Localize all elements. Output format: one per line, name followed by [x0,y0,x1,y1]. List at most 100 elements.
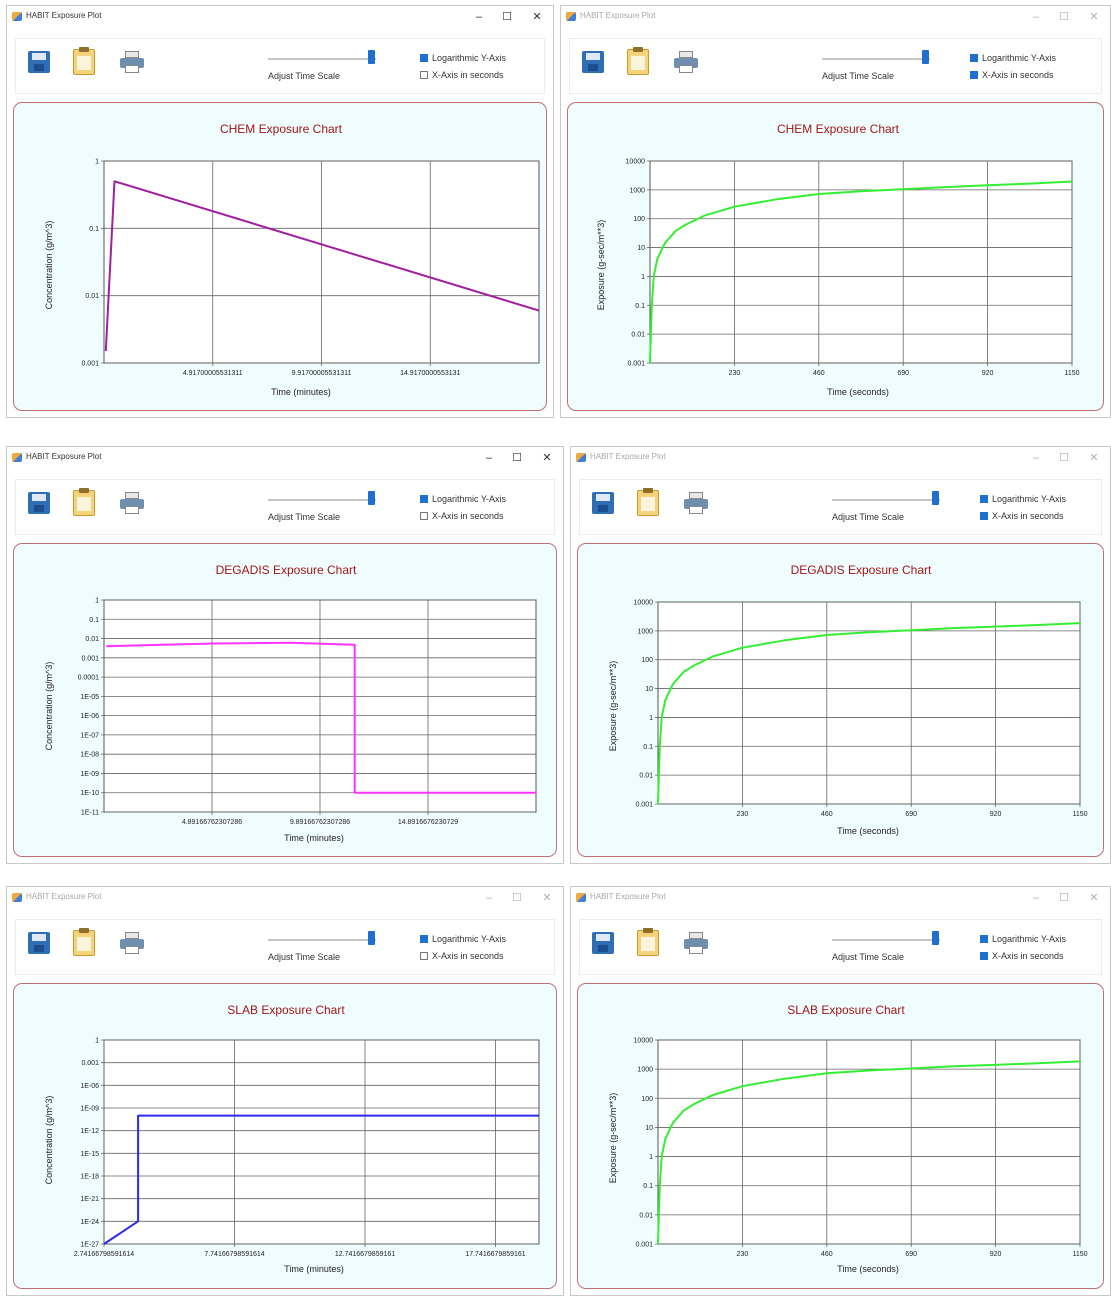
checkbox-box[interactable] [420,54,428,62]
x-axis-seconds-checkbox[interactable]: X-Axis in seconds [420,951,504,961]
window-title: HABIT Exposure Plot [590,452,666,461]
log-y-axis-checkbox[interactable]: Logarithmic Y-Axis [970,53,1056,63]
printer-icon[interactable] [120,51,144,73]
printer-icon[interactable] [684,492,708,514]
clipboard-icon[interactable] [627,47,649,75]
title-bar[interactable]: HABIT Exposure Plot – ☐ ✕ [571,887,1110,909]
x-tick-label: 4.89166762307286 [182,819,242,826]
close-button[interactable]: ✕ [536,449,558,467]
x-axis-seconds-checkbox[interactable]: X-Axis in seconds [970,70,1054,80]
close-button[interactable]: ✕ [1083,889,1105,907]
window-title: HABIT Exposure Plot [26,892,102,901]
checkbox-box[interactable] [980,512,988,520]
maximize-button[interactable]: ☐ [496,8,518,26]
chart: SLAB Exposure Chart Time (seconds) Expos… [608,1003,1088,1274]
x-tick-label: 14.9170000553131 [400,370,460,377]
y-tick-label: 1E-05 [80,694,99,701]
time-scale-slider[interactable] [268,58,376,60]
x-tick-label: 9.89166762307286 [290,819,350,826]
x-axis-seconds-checkbox[interactable]: X-Axis in seconds [420,70,504,80]
title-bar[interactable]: HABIT Exposure Plot – ☐ ✕ [561,6,1110,28]
log-y-axis-checkbox[interactable]: Logarithmic Y-Axis [980,494,1066,504]
title-bar[interactable]: HABIT Exposure Plot – ☐ ✕ [571,447,1110,469]
y-tick-label: 1E-07 [80,732,99,739]
title-bar[interactable]: HABIT Exposure Plot – ☐ ✕ [7,447,563,469]
log-y-axis-checkbox[interactable]: Logarithmic Y-Axis [420,494,506,504]
save-icon[interactable] [592,932,614,954]
printer-icon[interactable] [120,932,144,954]
maximize-button[interactable]: ☐ [1053,889,1075,907]
chart-title: SLAB Exposure Chart [227,1003,345,1017]
minimize-button[interactable]: – [468,8,490,26]
printer-icon[interactable] [120,492,144,514]
checkbox-box[interactable] [420,71,428,79]
slider-label: Adjust Time Scale [268,71,341,81]
app-icon [576,453,586,462]
title-bar[interactable]: HABIT Exposure Plot – ☐ ✕ [7,6,553,28]
close-button[interactable]: ✕ [526,8,548,26]
time-scale-slider[interactable] [268,499,376,501]
chart: DEGADIS Exposure Chart Time (minutes) Co… [44,563,537,843]
time-scale-slider[interactable] [822,58,930,60]
y-tick-label: 1E-24 [80,1219,99,1226]
time-scale-slider[interactable] [832,499,940,501]
slider-thumb[interactable] [368,931,375,945]
close-button[interactable]: ✕ [1083,449,1105,467]
slider-thumb[interactable] [368,50,375,64]
save-icon[interactable] [592,492,614,514]
maximize-button[interactable]: ☐ [506,449,528,467]
clipboard-icon[interactable] [637,928,659,956]
maximize-button[interactable]: ☐ [1053,8,1075,26]
clipboard-icon[interactable] [73,47,95,75]
printer-icon[interactable] [674,51,698,73]
checkbox-box[interactable] [420,935,428,943]
log-y-axis-checkbox[interactable]: Logarithmic Y-Axis [980,934,1066,944]
save-icon[interactable] [582,51,604,73]
log-y-axis-checkbox[interactable]: Logarithmic Y-Axis [420,53,506,63]
checkbox-box[interactable] [420,512,428,520]
clipboard-icon[interactable] [73,488,95,516]
x-axis-seconds-checkbox[interactable]: X-Axis in seconds [420,511,504,521]
clipboard-icon[interactable] [637,488,659,516]
minimize-button[interactable]: – [478,889,500,907]
slider-thumb[interactable] [932,491,939,505]
x-axis-seconds-checkbox[interactable]: X-Axis in seconds [980,511,1064,521]
printer-icon[interactable] [684,932,708,954]
minimize-button[interactable]: – [478,449,500,467]
time-scale-slider[interactable] [832,939,940,941]
save-icon[interactable] [28,932,50,954]
save-icon[interactable] [28,492,50,514]
minimize-button[interactable]: – [1025,449,1047,467]
maximize-button[interactable]: ☐ [506,889,528,907]
time-scale-slider[interactable] [268,939,376,941]
exposure-plot-window: HABIT Exposure Plot – ☐ ✕ Adjust Time Sc… [6,446,564,864]
slider-thumb[interactable] [922,50,929,64]
checkbox-box[interactable] [420,495,428,503]
y-tick-label: 0.001 [81,655,99,662]
minimize-button[interactable]: – [1025,8,1047,26]
save-icon[interactable] [28,51,50,73]
y-tick-label: 1000 [629,187,645,194]
close-button[interactable]: ✕ [536,889,558,907]
y-tick-label: 100 [641,1096,653,1103]
y-tick-label: 1 [649,715,653,722]
slider-thumb[interactable] [932,931,939,945]
checkbox-box[interactable] [980,495,988,503]
maximize-button[interactable]: ☐ [1053,449,1075,467]
title-bar[interactable]: HABIT Exposure Plot – ☐ ✕ [7,887,563,909]
slider-thumb[interactable] [368,491,375,505]
y-tick-label: 0.01 [639,1212,653,1219]
close-button[interactable]: ✕ [1083,8,1105,26]
checkbox-box[interactable] [980,935,988,943]
y-axis-label: Concentration (g/m^3) [44,221,54,310]
app-icon [12,453,22,462]
checkbox-box[interactable] [970,54,978,62]
log-y-axis-checkbox[interactable]: Logarithmic Y-Axis [420,934,506,944]
y-tick-label: 1 [95,159,99,166]
clipboard-icon[interactable] [73,928,95,956]
checkbox-box[interactable] [970,71,978,79]
minimize-button[interactable]: – [1025,889,1047,907]
checkbox-box[interactable] [420,952,428,960]
x-axis-seconds-checkbox[interactable]: X-Axis in seconds [980,951,1064,961]
checkbox-box[interactable] [980,952,988,960]
